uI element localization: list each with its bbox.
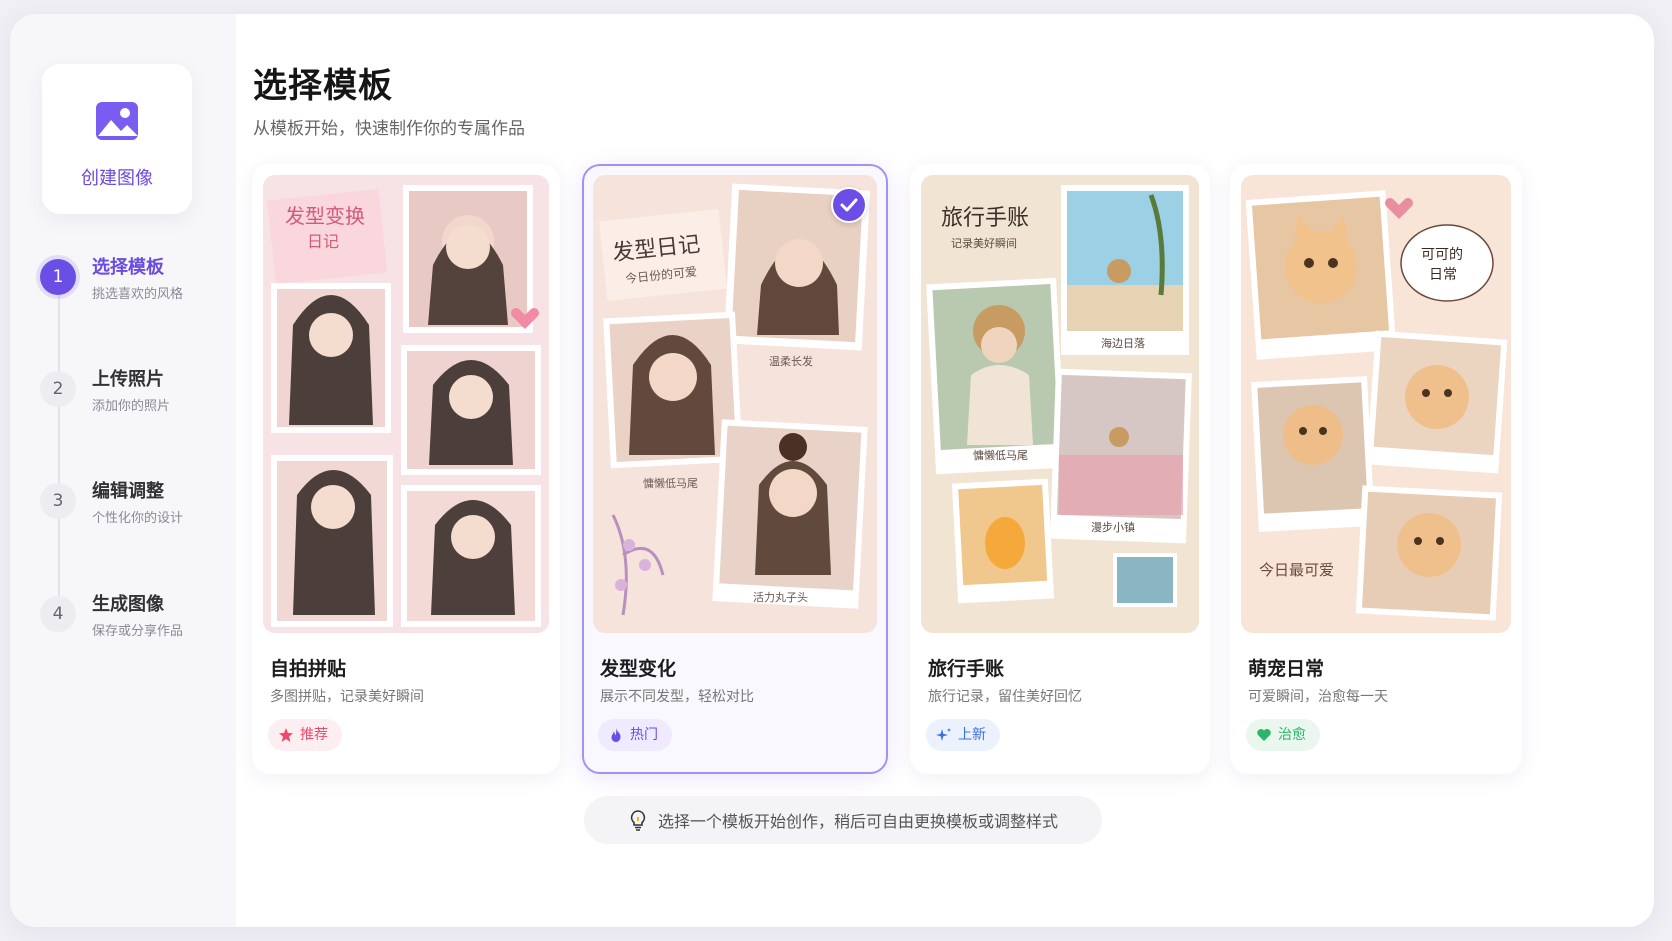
step-label: 选择模板 xyxy=(92,257,164,278)
step-desc: 个性化你的设计 xyxy=(92,511,184,526)
page-title: 选择模板 xyxy=(253,66,393,106)
tag-badge-hot: 热门 xyxy=(598,719,672,751)
step-connector xyxy=(58,294,60,614)
step-desc: 添加你的照片 xyxy=(92,399,171,414)
template-card-travel-journal[interactable]: 旅行手账 记录美好瞬间 海边日落 慵懒低马尾 漫步小镇 旅行手账 旅行记录，留住… xyxy=(910,164,1210,774)
template-desc: 旅行记录，留住美好回忆 xyxy=(928,689,1082,705)
app-window: 创建图像 1 选择模板 挑选喜欢的风格 2 上传照片 添加你的照片 3 编辑调整… xyxy=(10,14,1654,927)
svg-text:慵懒低马尾: 慵懒低马尾 xyxy=(643,476,698,490)
hint-bar: 选择一个模板开始创作，稍后可自由更换模板或调整样式 xyxy=(584,796,1102,844)
tag-badge-new: 上新 xyxy=(926,719,1000,751)
svg-text:旅行手账: 旅行手账 xyxy=(941,206,1029,231)
template-thumbnail: 旅行手账 记录美好瞬间 海边日落 慵懒低马尾 漫步小镇 xyxy=(921,175,1199,633)
step-select-template[interactable]: 1 选择模板 挑选喜欢的风格 xyxy=(40,257,230,329)
tag-label: 上新 xyxy=(958,727,986,743)
step-label: 生成图像 xyxy=(92,594,164,615)
svg-text:温柔长发: 温柔长发 xyxy=(769,354,813,368)
step-number: 1 xyxy=(40,259,76,295)
template-desc: 展示不同发型，轻松对比 xyxy=(600,689,754,705)
step-label: 编辑调整 xyxy=(92,481,164,502)
tag-badge-recommended: 推荐 xyxy=(268,719,342,751)
step-desc: 保存或分享作品 xyxy=(92,624,184,639)
step-number: 2 xyxy=(40,371,76,407)
template-thumbnail: 可可的 日常 今日最可爱 xyxy=(1241,175,1511,633)
tag-label: 推荐 xyxy=(300,727,328,743)
template-title: 旅行手账 xyxy=(928,658,1005,680)
step-number: 4 xyxy=(40,596,76,632)
step-number: 3 xyxy=(40,483,76,519)
tag-label: 热门 xyxy=(630,727,658,743)
svg-text:可可的: 可可的 xyxy=(1421,247,1463,263)
svg-text:日记: 日记 xyxy=(307,232,339,251)
template-card-selfie-collage[interactable]: 发型变换 日记 自拍拼贴 多图拼贴，记录美好瞬间 推荐 xyxy=(252,164,560,774)
template-thumbnail: 发型日记 今日份的可爱 温柔长发 慵懒低马尾 活力丸子头 xyxy=(593,175,877,633)
step-generate[interactable]: 4 生成图像 保存或分享作品 xyxy=(40,594,230,666)
svg-text:今日最可爱: 今日最可爱 xyxy=(1259,561,1334,579)
template-title: 自拍拼贴 xyxy=(270,658,347,680)
sparkle-icon xyxy=(936,728,951,741)
selected-check-icon xyxy=(831,187,867,223)
template-desc: 可爱瞬间，治愈每一天 xyxy=(1248,689,1388,705)
step-desc: 挑选喜欢的风格 xyxy=(92,287,184,302)
svg-text:活力丸子头: 活力丸子头 xyxy=(753,591,808,604)
step-label: 上传照片 xyxy=(92,369,164,390)
svg-text:记录美好瞬间: 记录美好瞬间 xyxy=(951,236,1017,250)
app-label: 创建图像 xyxy=(81,168,153,189)
page-subtitle: 从模板开始，快速制作你的专属作品 xyxy=(253,119,525,139)
star-icon xyxy=(279,728,293,742)
tag-label: 治愈 xyxy=(1278,727,1306,743)
create-image-tile[interactable]: 创建图像 xyxy=(42,64,192,214)
svg-text:海边日落: 海边日落 xyxy=(1101,336,1145,350)
template-thumbnail: 发型变换 日记 xyxy=(263,175,549,633)
heart-icon xyxy=(1257,729,1271,741)
step-upload-photo[interactable]: 2 上传照片 添加你的照片 xyxy=(40,369,230,441)
tag-badge-healing: 治愈 xyxy=(1246,719,1320,751)
template-card-pet-daily[interactable]: 可可的 日常 今日最可爱 萌宠日常 可爱瞬间，治愈每一天 治愈 xyxy=(1230,164,1522,774)
svg-text:漫步小镇: 漫步小镇 xyxy=(1091,520,1135,534)
template-title: 发型变化 xyxy=(600,658,677,680)
hint-text: 选择一个模板开始创作，稍后可自由更换模板或调整样式 xyxy=(657,812,1058,831)
svg-text:日常: 日常 xyxy=(1429,267,1457,283)
template-card-hairstyle[interactable]: 发型日记 今日份的可爱 温柔长发 慵懒低马尾 活力丸子头 发型变化 展示不同发型… xyxy=(582,164,888,774)
step-edit[interactable]: 3 编辑调整 个性化你的设计 xyxy=(40,481,230,553)
lightbulb-icon xyxy=(630,810,646,831)
sidebar: 创建图像 1 选择模板 挑选喜欢的风格 2 上传照片 添加你的照片 3 编辑调整… xyxy=(10,14,236,927)
image-icon xyxy=(96,102,138,140)
svg-text:慵懒低马尾: 慵懒低马尾 xyxy=(973,448,1028,462)
flame-icon xyxy=(611,728,621,742)
template-desc: 多图拼贴，记录美好瞬间 xyxy=(270,689,424,705)
template-title: 萌宠日常 xyxy=(1248,658,1325,680)
svg-text:发型变换: 发型变换 xyxy=(285,204,365,228)
